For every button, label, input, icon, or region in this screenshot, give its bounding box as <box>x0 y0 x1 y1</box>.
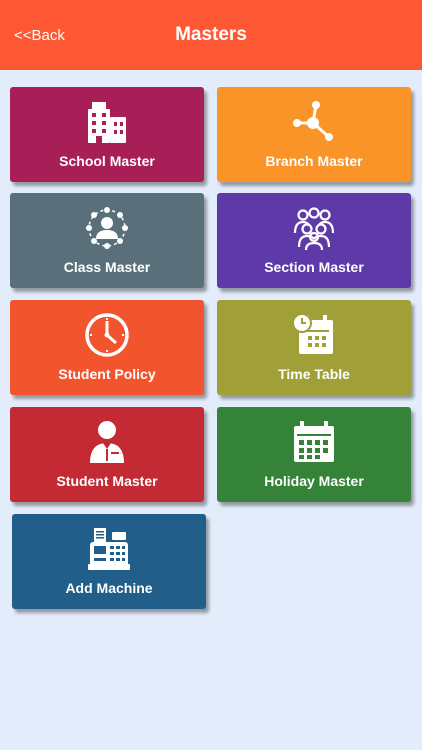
app-header: <<Back Masters <box>0 0 422 70</box>
tile-label: Time Table <box>278 366 350 382</box>
branch-master-tile[interactable]: Branch Master <box>217 87 411 182</box>
cash-machine-icon <box>12 526 206 572</box>
student-person-icon <box>10 419 204 465</box>
branch-network-icon <box>217 99 411 145</box>
tile-label: Class Master <box>63 259 151 275</box>
tile-label: School Master <box>59 153 155 169</box>
class-network-icon <box>10 205 204 251</box>
tile-label: Add Machine <box>65 580 153 596</box>
school-master-tile[interactable]: School Master <box>10 87 204 182</box>
tile-label: Student Policy <box>58 366 156 382</box>
school-buildings-icon <box>10 99 204 145</box>
people-group-icon <box>217 205 411 251</box>
calendar-clock-icon <box>217 312 411 358</box>
page-title: Masters <box>175 24 247 45</box>
class-master-tile[interactable]: Class Master <box>10 193 204 288</box>
student-policy-tile[interactable]: Student Policy <box>10 300 204 395</box>
tile-label: Section Master <box>264 259 364 275</box>
student-master-tile[interactable]: Student Master <box>10 407 204 502</box>
section-master-tile[interactable]: Section Master <box>217 193 411 288</box>
add-machine-tile[interactable]: Add Machine <box>12 514 206 609</box>
holiday-master-tile[interactable]: Holiday Master <box>217 407 411 502</box>
tile-label: Student Master <box>56 473 158 489</box>
tile-label: Holiday Master <box>264 473 364 489</box>
clock-icon <box>10 312 204 358</box>
time-table-tile[interactable]: Time Table <box>217 300 411 395</box>
tile-label: Branch Master <box>265 153 363 169</box>
calendar-icon <box>217 419 411 465</box>
